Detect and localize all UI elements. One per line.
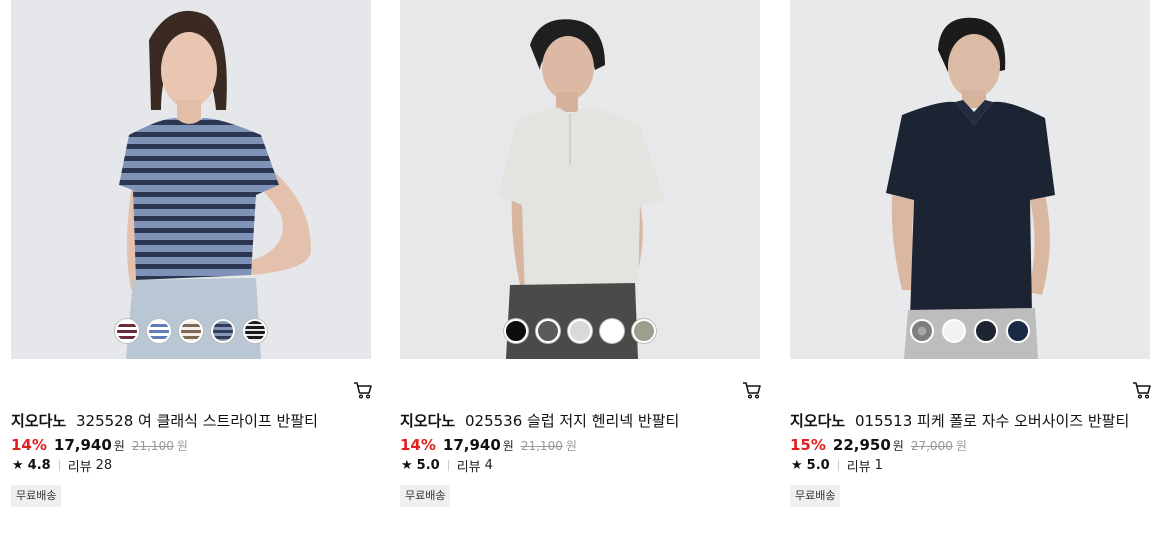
- color-swatch[interactable]: [568, 319, 592, 343]
- currency-unit: 원: [892, 439, 904, 453]
- free-shipping-badge: 무료배송: [400, 485, 451, 507]
- color-swatches: [11, 319, 371, 344]
- product-card[interactable]: 지오다노 325528 여 클래식 스트라이프 반팔티 14% 17,940 원…: [11, 0, 373, 534]
- original-price: 21,100: [520, 439, 563, 453]
- currency-unit: 원: [113, 439, 125, 453]
- brand-name: 지오다노: [400, 412, 456, 430]
- color-swatch[interactable]: [600, 319, 624, 343]
- rating-score: 5.0: [806, 457, 830, 473]
- color-swatch[interactable]: [115, 319, 139, 343]
- product-title[interactable]: 지오다노 015513 피케 폴로 자수 오버사이즈 반팔티: [790, 411, 1157, 431]
- review-label: 리뷰: [67, 459, 92, 475]
- star-icon: ★: [791, 457, 803, 473]
- star-icon: ★: [12, 457, 24, 473]
- rating-row: ★ 5.0 리뷰 1: [791, 456, 883, 475]
- product-name: 325528 여 클래식 스트라이프 반팔티: [75, 412, 318, 430]
- color-swatch[interactable]: [211, 319, 235, 343]
- cart-icon[interactable]: [353, 381, 373, 399]
- product-card[interactable]: 지오다노 015513 피케 폴로 자수 오버사이즈 반팔티 15% 22,95…: [790, 0, 1152, 534]
- color-swatch[interactable]: [243, 319, 267, 343]
- divider: [58, 459, 60, 471]
- discount-rate: 14%: [11, 436, 47, 454]
- color-swatch[interactable]: [147, 319, 171, 343]
- product-image[interactable]: [790, 0, 1150, 359]
- original-price: 21,100: [131, 439, 174, 453]
- product-photo-placeholder: [11, 0, 371, 359]
- sale-price: 22,950: [832, 436, 891, 454]
- discount-rate: 15%: [790, 436, 826, 454]
- price-row: 14% 17,940 원 21,100 원: [400, 436, 577, 456]
- color-swatch[interactable]: [1006, 319, 1030, 343]
- rating-score: 5.0: [416, 457, 440, 473]
- currency-unit: 원: [502, 439, 514, 453]
- rating-row: ★ 4.8 리뷰 28: [12, 456, 113, 475]
- color-swatch[interactable]: [974, 319, 998, 343]
- review-label: 리뷰: [846, 459, 871, 475]
- product-title[interactable]: 지오다노 025536 슬럽 저지 헨리넥 반팔티: [400, 411, 770, 431]
- review-label: 리뷰: [456, 459, 481, 475]
- brand-name: 지오다노: [11, 412, 67, 430]
- original-currency-unit: 원: [955, 439, 967, 453]
- product-card[interactable]: 지오다노 025536 슬럽 저지 헨리넥 반팔티 14% 17,940 원 2…: [400, 0, 762, 534]
- price-row: 14% 17,940 원 21,100 원: [11, 436, 188, 456]
- original-price: 27,000: [910, 439, 953, 453]
- brand-name: 지오다노: [790, 412, 846, 430]
- cart-icon[interactable]: [1132, 381, 1152, 399]
- free-shipping-badge: 무료배송: [790, 485, 841, 507]
- color-swatch[interactable]: [942, 319, 966, 343]
- sale-price: 17,940: [442, 436, 501, 454]
- product-photo-placeholder: [790, 0, 1150, 359]
- product-photo-placeholder: [400, 0, 760, 359]
- color-swatch[interactable]: [179, 319, 203, 343]
- product-name: 025536 슬럽 저지 헨리넥 반팔티: [464, 412, 680, 430]
- review-count: 1: [874, 457, 883, 473]
- color-swatch[interactable]: [504, 319, 528, 343]
- review-count: 28: [95, 457, 113, 473]
- divider: [837, 459, 839, 471]
- discount-rate: 14%: [400, 436, 436, 454]
- color-swatch[interactable]: [536, 319, 560, 343]
- rating-row: ★ 5.0 리뷰 4: [401, 456, 493, 475]
- product-grid: 지오다노 325528 여 클래식 스트라이프 반팔티 14% 17,940 원…: [0, 0, 1157, 534]
- original-currency-unit: 원: [176, 439, 188, 453]
- original-currency-unit: 원: [565, 439, 577, 453]
- rating-score: 4.8: [27, 457, 51, 473]
- cart-icon[interactable]: [742, 381, 762, 399]
- product-image[interactable]: [11, 0, 371, 359]
- color-swatches: [400, 319, 760, 344]
- product-image[interactable]: [400, 0, 760, 359]
- product-title[interactable]: 지오다노 325528 여 클래식 스트라이프 반팔티: [11, 411, 381, 431]
- sale-price: 17,940: [53, 436, 112, 454]
- free-shipping-badge: 무료배송: [11, 485, 62, 507]
- price-row: 15% 22,950 원 27,000 원: [790, 436, 967, 456]
- color-swatches: [790, 319, 1150, 344]
- divider: [447, 459, 449, 471]
- review-count: 4: [484, 457, 493, 473]
- product-name: 015513 피케 폴로 자수 오버사이즈 반팔티: [854, 412, 1130, 430]
- star-icon: ★: [401, 457, 413, 473]
- color-swatch[interactable]: [910, 319, 934, 343]
- color-swatch[interactable]: [632, 319, 656, 343]
